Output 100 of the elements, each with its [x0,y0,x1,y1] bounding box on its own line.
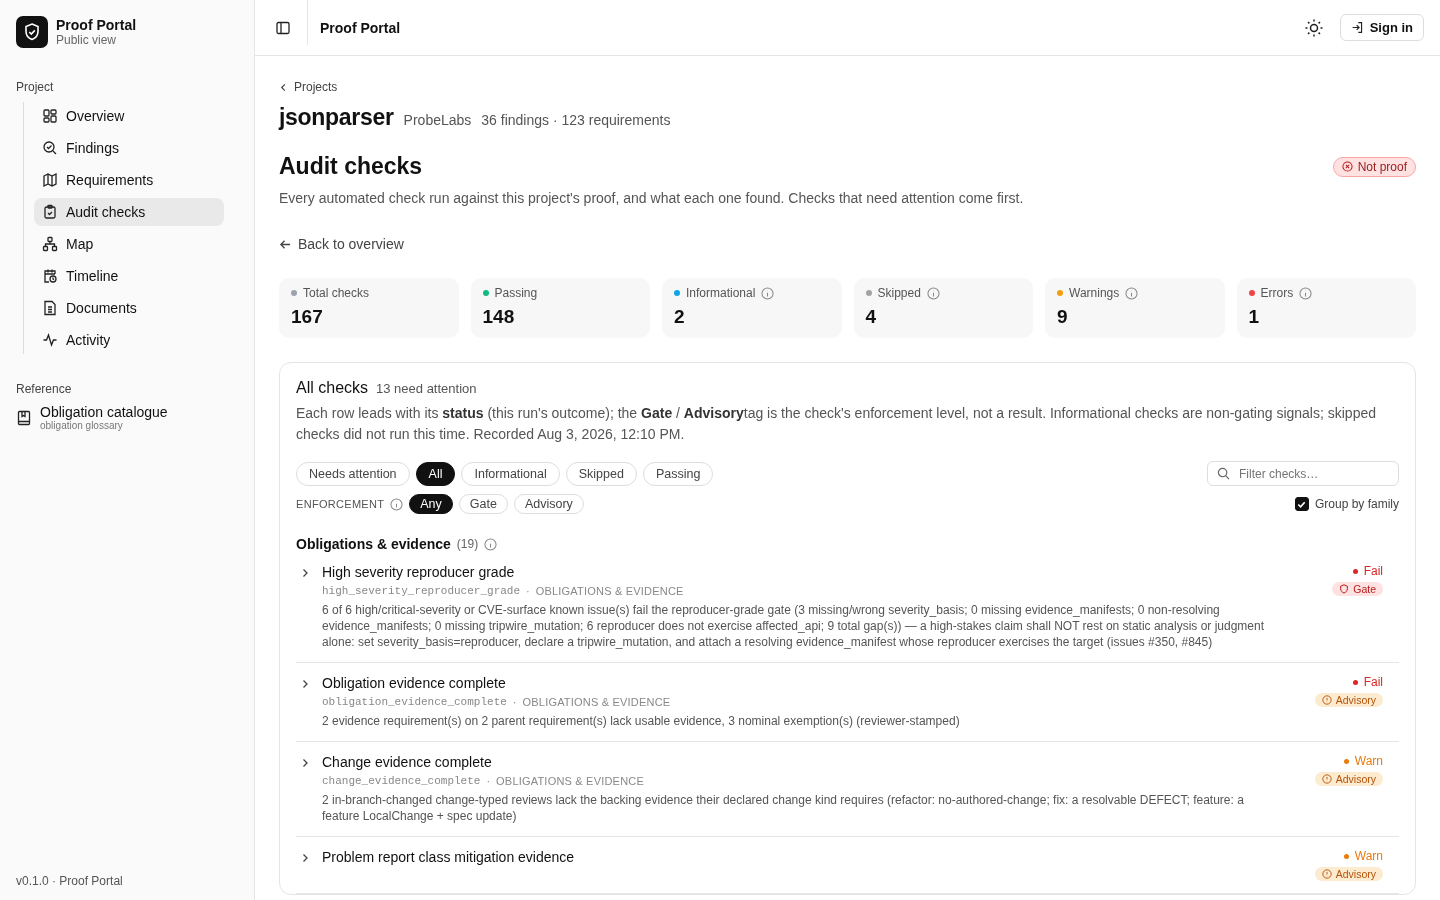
badge-label: Not proof [1357,159,1407,174]
check-family: OBLIGATIONS & EVIDENCE [496,775,644,787]
nav-item[interactable]: Requirements [34,166,224,194]
stat-value: 2 [674,306,686,328]
tag-label: Advisory [1335,773,1376,785]
stat-value: 148 [482,306,516,328]
search-icon [1217,467,1230,480]
enforcement-chip[interactable]: Advisory [513,494,584,514]
nav-item[interactable]: Activity [34,326,224,354]
check-family: OBLIGATIONS & EVIDENCE [522,696,671,708]
info-icon [484,537,498,551]
group-checkbox-label: Group by family [1314,497,1399,511]
page-title: Audit checks [279,153,423,180]
status-label: Warn [1354,754,1383,768]
status-label: Fail [1363,564,1383,578]
book-icon [16,409,32,426]
check-title: Problem report class mitigation evidence [322,849,576,865]
attention-count: 13 need attention [376,381,477,396]
app-name: Proof Portal [56,17,137,33]
info-icon [1321,869,1332,879]
expand-chevron-icon[interactable] [300,568,310,578]
cal-icon [42,268,58,284]
check-description: 2 evidence requirement(s) on 2 parent requirement(s) lack usable evidence, 3 nominal exemption(s) (reviewer-stamped) [322,713,961,729]
section-label: Reference [16,382,73,396]
status-label: Warn [1354,849,1383,863]
nav-item[interactable]: Overview [34,102,224,130]
page-description: Every automated check run against this project's proof, and what each one found. Checks that need attention come first. [279,190,1025,206]
tag-label: Gate [1353,583,1376,595]
info-icon [761,286,775,300]
chevron-left-icon [279,82,288,92]
panel-title: All checks [296,379,369,397]
app-subtitle: Public view [56,33,118,47]
stat-label: Informational [686,286,756,300]
version-footer: v0.1.0 · Proof Portal [16,874,254,888]
info-icon [1321,695,1332,705]
filter-chip[interactable]: Needs attention [296,461,410,486]
filter-search-field[interactable]: Filter checks… [1207,461,1399,486]
breadcrumb-link[interactable]: Projects [279,80,338,94]
nav-item[interactable]: Audit checks [34,198,224,226]
info-icon [390,497,404,511]
stat-label: Skipped [877,286,921,300]
stat-label: Warnings [1069,286,1120,300]
separator-dot: · [486,775,491,787]
check-code: high_severity_reproducer_grade [322,585,521,597]
pulse-icon [42,332,58,348]
nav-item[interactable]: Findings [34,134,224,162]
enforcement-chip[interactable]: Gate [458,494,508,514]
nav-item[interactable]: Timeline [34,262,224,290]
grid-icon [42,108,58,124]
enforcement-chip[interactable]: Any [409,494,453,514]
enforcement-label: ENFORCEMENT [296,498,385,510]
shield-logo-icon [16,16,48,48]
map-icon [42,172,58,188]
info-icon [926,286,940,300]
tag-label: Advisory [1335,694,1376,706]
shield-icon [1339,584,1350,594]
sign-in-icon [1350,21,1364,34]
status-label: Fail [1363,675,1383,689]
search-icon [42,140,58,156]
header-title: Proof Portal [307,0,401,45]
stat-value: 167 [291,306,324,328]
expand-chevron-icon[interactable] [300,679,310,689]
filter-chip[interactable]: All [415,461,456,486]
nav-item[interactable]: Obligation catalogue obligation glossary [16,404,254,431]
check-description: 2 in-branch-changed change-typed reviews lack the backing evidence their declared change kind requires (refactor: no-authored-change; fix: a resolvable DEFECT; feature: a feature LocalChange + spec update) [322,792,1245,824]
tree-icon [42,236,58,252]
section-label: Project [16,80,55,94]
filter-chip[interactable]: Passing [642,461,714,486]
status-dot [1352,568,1358,574]
check-description: 6 of 6 high/critical-severity or CVE-surface known issue(s) fail the reproducer-grade gate (3 missing/wrong severity_basis; 0 missing evidence_manifests; 0 non-resolving evidence_manifests; 0 missing tripwire_mutation; 6 reproducer does not exercise affected_api; 9 total gap(s)) — a high-stakes claim shall NOT rest on static analysis or judgment alone: set severity_basis=reproducer, declare a tripwire_mutation, and attach a resolving evidence_manifest whose reproducer exercises the target (issues #350, #845) [322,602,1265,650]
stat-label: Passing [494,286,538,300]
nav-item[interactable]: Documents [34,294,224,322]
status-dot [1343,853,1349,859]
expand-chevron-icon[interactable] [300,758,310,768]
check-title: Change evidence complete [322,754,493,770]
check-title: High severity reproducer grade [322,564,516,580]
check-code: obligation_evidence_complete [322,696,507,708]
stat-value: 4 [865,306,878,328]
nav-item[interactable]: Map [34,230,224,258]
status-dot [1352,679,1358,685]
filter-chip[interactable]: Skipped [565,461,637,486]
stat-value: 1 [1248,306,1261,328]
info-icon [1299,286,1313,300]
back-link[interactable]: Back to overview [279,236,404,252]
filter-chip[interactable]: Informational [461,461,560,486]
stat-value: 9 [1057,306,1069,328]
sign-in-button[interactable]: Sign in [1339,14,1424,41]
check-code: change_evidence_complete [322,775,481,787]
separator-dot: · [526,585,530,597]
clip-icon [42,204,58,220]
expand-chevron-icon[interactable] [300,853,310,863]
separator-dot: · [512,696,517,708]
panel-description: Each row leads with its status (this run's outcome); the Gate / Advisorytag is the check's enforcement level, not a result. Informational checks are non-gating signals; skipped checks did not run this time. Recorded Aug 3, 2026, 12:10 PM. [296,404,1377,444]
group-checkbox[interactable] [1294,497,1309,511]
project-meta: 36 findings · 123 requirements [481,112,671,128]
check-family: OBLIGATIONS & EVIDENCE [535,585,684,597]
x-circle-icon [1341,161,1353,172]
status-dot [1343,758,1349,764]
doc-icon [42,300,58,316]
project-name: jsonparser [279,104,394,131]
